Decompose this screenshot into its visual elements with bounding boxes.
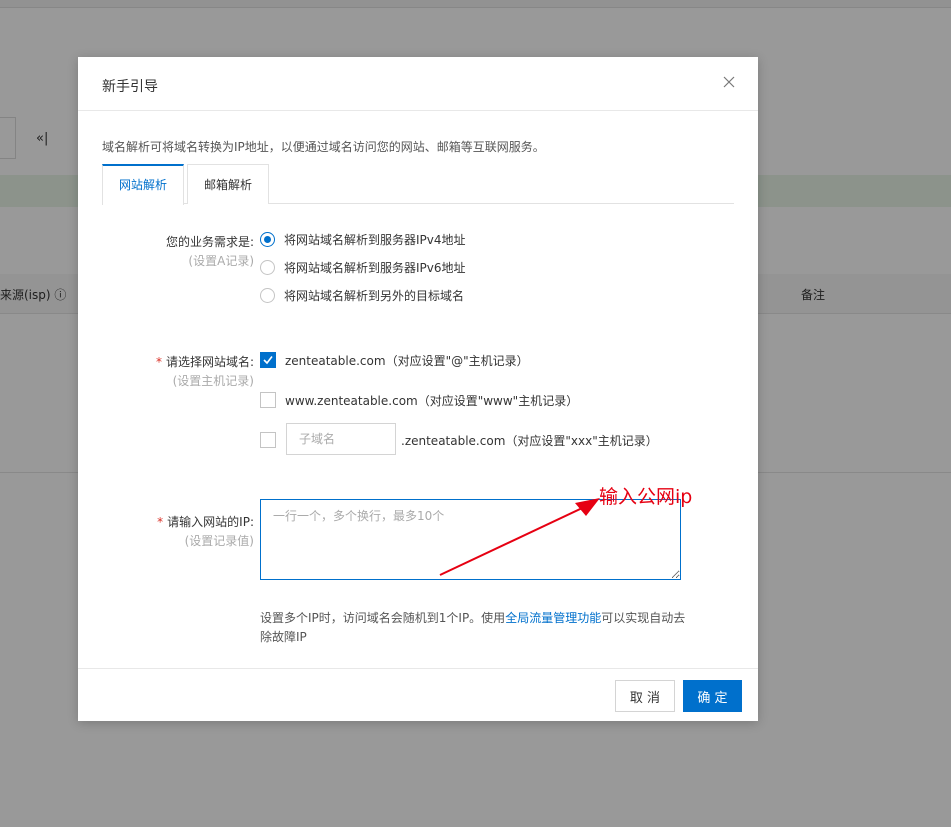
dialog-intro: 域名解析可将域名转换为IP地址，以便通过域名访问您的网站、邮箱等互联网服务。: [102, 140, 545, 154]
required-mark: *: [155, 355, 162, 369]
checkbox-www-domain[interactable]: www.zenteatable.com（对应设置"www"主机记录）: [260, 391, 578, 409]
checkbox-root-domain[interactable]: zenteatable.com（对应设置"@"主机记录）: [260, 351, 529, 369]
checkbox[interactable]: [260, 432, 276, 448]
close-icon[interactable]: [718, 71, 740, 93]
dialog-title: 新手引导: [102, 79, 158, 95]
ok-button[interactable]: 确 定: [683, 680, 742, 712]
radio-label: 将网站域名解析到另外的目标域名: [284, 288, 465, 303]
ip-label: * 请输入网站的IP:: [157, 515, 254, 529]
guide-dialog: 新手引导 域名解析可将域名转换为IP地址，以便通过域名访问您的网站、邮箱等互联网…: [78, 57, 758, 721]
radio-target-domain[interactable]: 将网站域名解析到另外的目标域名: [260, 286, 464, 304]
required-mark: *: [157, 515, 164, 529]
radio-button[interactable]: [260, 287, 275, 303]
tab-website-resolve[interactable]: 网站解析: [102, 164, 184, 205]
need-label: 您的业务需求是:: [165, 235, 254, 249]
domain-label: * 请选择网站域名:: [155, 355, 254, 369]
subdomain-input[interactable]: [286, 423, 396, 455]
checkbox[interactable]: [260, 392, 276, 408]
annotation-text: 输入公网ip: [599, 486, 693, 508]
need-sublabel: (设置A记录): [188, 254, 254, 268]
hint-text: 设置多个IP时，访问域名会随机到1个IP。使用全局流量管理功能可以实现自动去除故…: [260, 611, 686, 644]
dialog-footer: 取 消 确 定: [78, 668, 758, 721]
radio-ipv6[interactable]: 将网站域名解析到服务器IPv6地址: [260, 258, 466, 276]
tab-mail-resolve[interactable]: 邮箱解析: [187, 164, 269, 204]
radio-label: 将网站域名解析到服务器IPv6地址: [284, 260, 466, 275]
checkbox-subdomain[interactable]: [260, 431, 285, 449]
annotation-arrow: [439, 498, 600, 576]
subdomain-suffix: .zenteatable.com（对应设置"xxx"主机记录）: [401, 434, 658, 448]
check-icon: [263, 356, 273, 365]
radio-label: 将网站域名解析到服务器IPv4地址: [284, 232, 466, 247]
checkbox-label: zenteatable.com（对应设置"@"主机记录）: [285, 353, 529, 368]
radio-button[interactable]: [260, 231, 275, 247]
cancel-button[interactable]: 取 消: [615, 680, 675, 712]
traffic-management-link[interactable]: 全局流量管理功能: [505, 611, 601, 625]
tab-bar: 网站解析 邮箱解析: [102, 164, 734, 205]
radio-ipv4[interactable]: 将网站域名解析到服务器IPv4地址: [260, 230, 466, 248]
ip-sublabel: (设置记录值): [184, 534, 254, 548]
checkbox[interactable]: [260, 352, 276, 368]
checkbox-label: www.zenteatable.com（对应设置"www"主机记录）: [285, 393, 579, 408]
dialog-header: 新手引导: [78, 57, 758, 111]
domain-sublabel: (设置主机记录): [172, 374, 254, 388]
radio-button[interactable]: [260, 259, 275, 275]
